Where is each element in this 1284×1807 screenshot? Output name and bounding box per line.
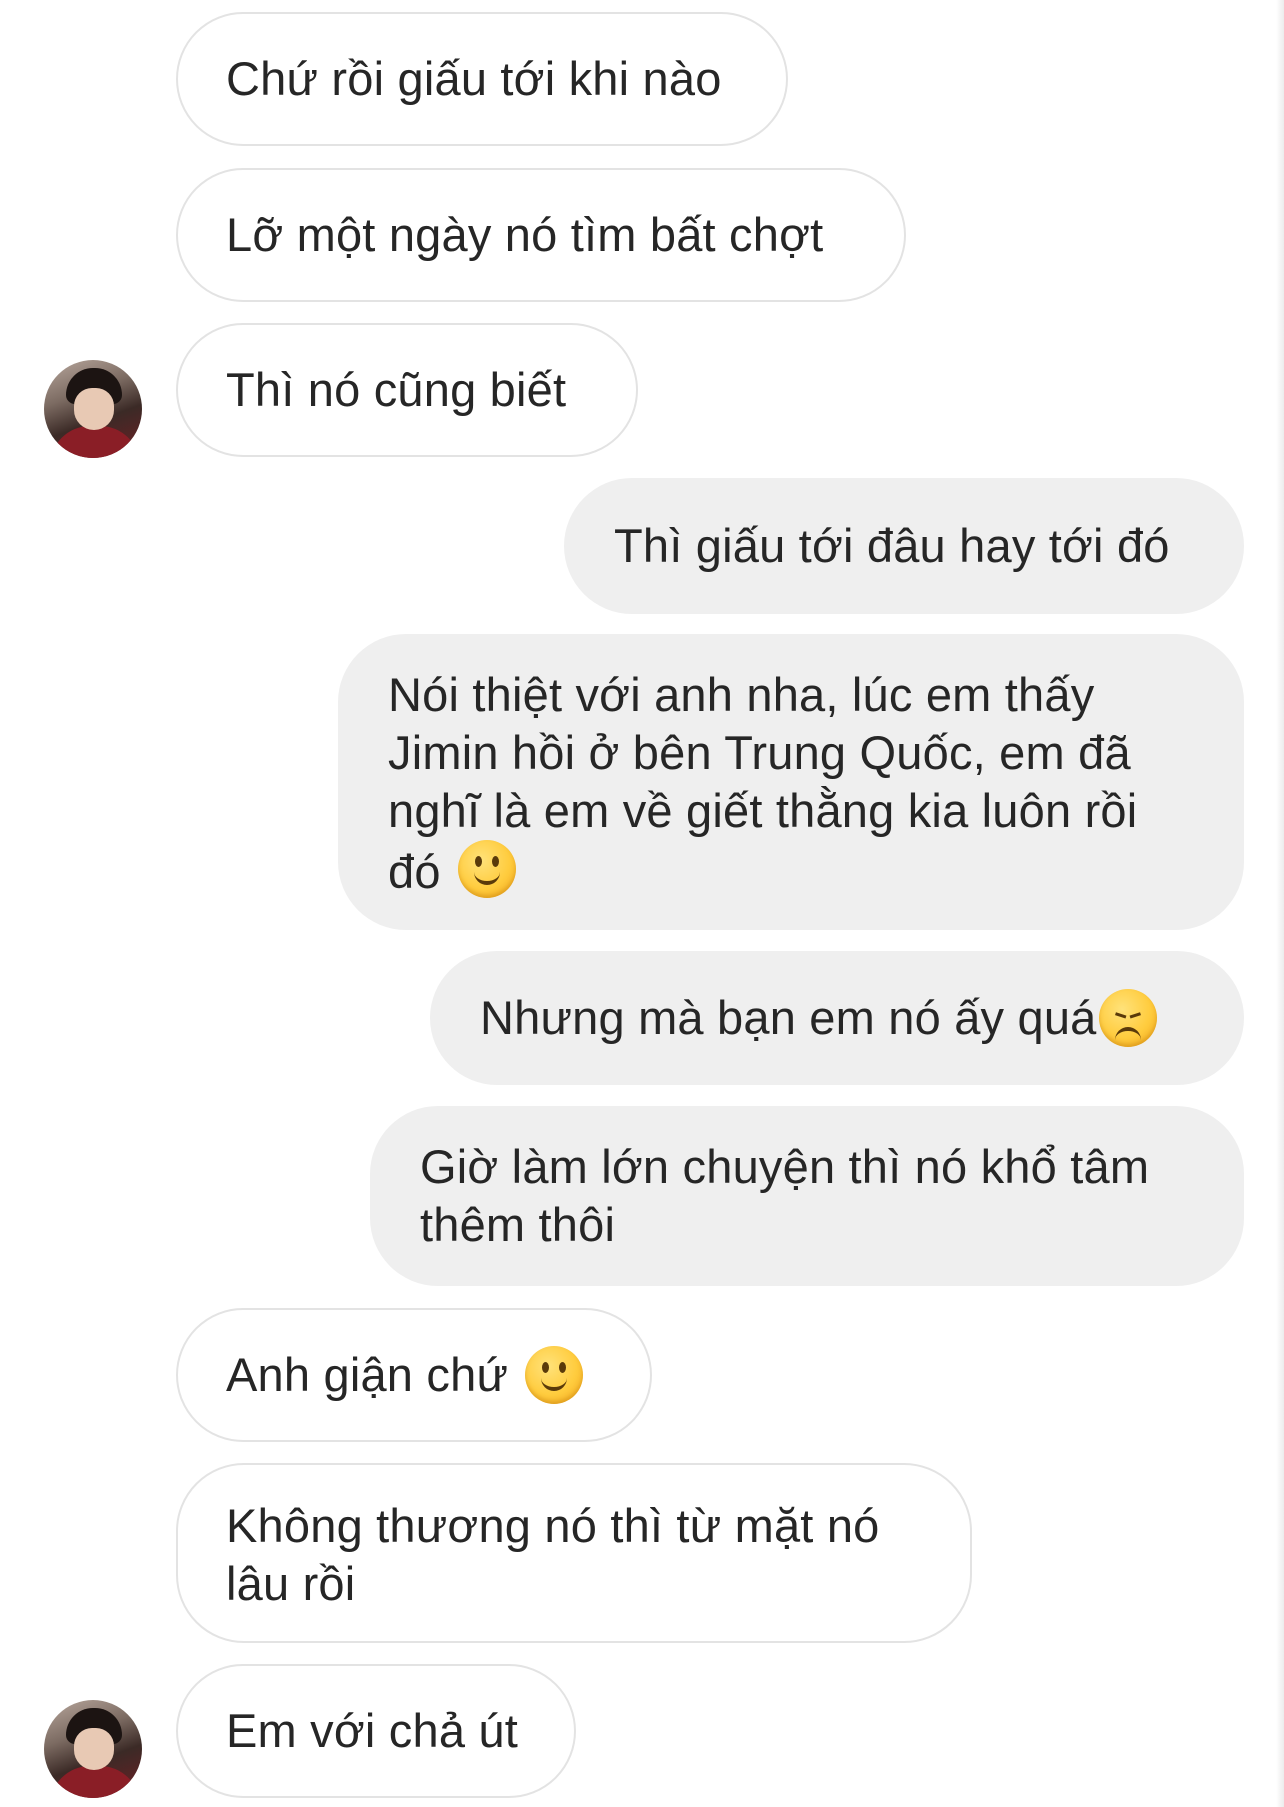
message-text: Em với chả út [226, 1704, 519, 1757]
message-text-line: Nói thiệt với anh nha, lúc em thấy [388, 668, 1095, 721]
message-text-line: lâu rồi [226, 1557, 356, 1610]
message-text: Lỡ một ngày nó tìm bất chợt [226, 208, 824, 261]
message-bubble-outgoing[interactable]: Nhưng mà bạn em nó ấy quá [430, 951, 1244, 1085]
message-text-line: Không thương nó thì từ mặt nó [226, 1499, 880, 1552]
message-text: Thì nó cũng biết [226, 363, 567, 416]
message-text: Nhưng mà bạn em nó ấy quá [480, 991, 1097, 1044]
slightly-smiling-face-icon [525, 1346, 584, 1404]
message-bubble-incoming[interactable]: Anh giận chứ [176, 1308, 652, 1442]
message-bubble-outgoing[interactable]: Nói thiệt với anh nha, lúc em thấy Jimin… [338, 634, 1244, 930]
disappointed-face-icon [1098, 989, 1157, 1047]
message-text-line: đó [388, 845, 441, 898]
message-text-line: thêm thôi [420, 1198, 616, 1251]
message-bubble-outgoing[interactable]: Giờ làm lớn chuyện thì nó khổ tâm thêm t… [370, 1106, 1244, 1286]
scrollbar-edge [1276, 0, 1284, 1807]
message-bubble-incoming[interactable]: Em với chả út [176, 1664, 576, 1798]
message-bubble-incoming[interactable]: Chứ rồi giấu tới khi nào [176, 12, 788, 146]
message-text-line: Jimin hồi ở bên Trung Quốc, em đã [388, 726, 1131, 779]
message-text-line: nghĩ là em về giết thằng kia luôn rồi [388, 784, 1138, 837]
message-text-line: Giờ làm lớn chuyện thì nó khổ tâm [420, 1140, 1150, 1193]
avatar[interactable] [44, 360, 142, 458]
message-bubble-outgoing[interactable]: Thì giấu tới đâu hay tới đó [564, 478, 1244, 614]
message-text: Chứ rồi giấu tới khi nào [226, 52, 722, 105]
avatar[interactable] [44, 1700, 142, 1798]
message-bubble-incoming[interactable]: Thì nó cũng biết [176, 323, 638, 457]
message-bubble-incoming[interactable]: Lỡ một ngày nó tìm bất chợt [176, 168, 906, 302]
message-text: Anh giận chứ [226, 1348, 509, 1401]
message-text: Thì giấu tới đâu hay tới đó [614, 519, 1170, 572]
message-bubble-incoming[interactable]: Không thương nó thì từ mặt nó lâu rồi [176, 1463, 972, 1643]
slightly-smiling-face-icon [457, 840, 516, 898]
message-thread: Chứ rồi giấu tới khi nào Lỡ một ngày nó … [0, 0, 1284, 1807]
